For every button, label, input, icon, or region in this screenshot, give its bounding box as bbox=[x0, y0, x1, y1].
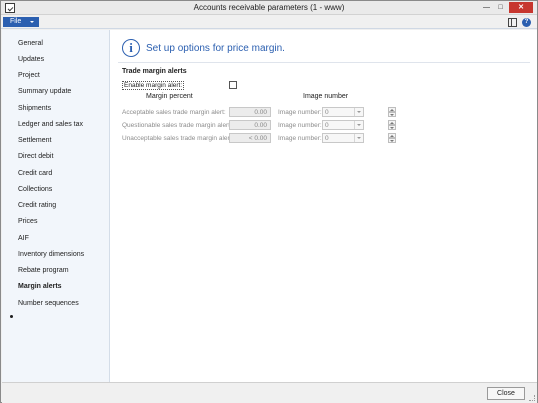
margin-percent-header: Margin percent bbox=[146, 93, 193, 100]
info-icon: i bbox=[122, 39, 140, 57]
page-heading: Set up options for price margin. bbox=[146, 43, 285, 54]
sidebar-item-number-sequences[interactable]: Number sequences bbox=[18, 300, 79, 307]
resize-grip-icon[interactable] bbox=[529, 395, 535, 401]
image-number-header: Image number bbox=[303, 93, 349, 100]
sidebar-item-direct-debit[interactable]: Direct debit bbox=[18, 153, 53, 160]
chevron-down-icon bbox=[354, 108, 363, 116]
acceptable-margin-field[interactable]: 0.00 bbox=[229, 107, 271, 117]
image-select-value: 0 bbox=[325, 135, 329, 142]
close-button[interactable]: Close bbox=[487, 387, 525, 400]
unacceptable-margin-field[interactable]: < 0.00 bbox=[229, 133, 271, 143]
sidebar-item-shipments[interactable]: Shipments bbox=[18, 105, 51, 112]
maximize-button[interactable]: □ bbox=[494, 2, 507, 13]
chevron-down-icon bbox=[354, 134, 363, 142]
chevron-down-icon bbox=[30, 21, 34, 23]
acceptable-alert-label: Acceptable sales trade margin alert: bbox=[122, 109, 226, 116]
image-select-value: 0 bbox=[325, 122, 329, 129]
sidebar: General Updates Project Summary update S… bbox=[2, 30, 110, 382]
menu-bar: File ? bbox=[1, 15, 537, 29]
sidebar-item-updates[interactable]: Updates bbox=[18, 56, 44, 63]
image-select-value: 0 bbox=[325, 109, 329, 116]
spin-down-icon[interactable] bbox=[388, 125, 396, 130]
unacceptable-alert-label: Unacceptable sales trade margin alert: bbox=[122, 135, 234, 142]
acceptable-image-select[interactable]: 0 bbox=[322, 107, 364, 117]
sidebar-item-settlement[interactable]: Settlement bbox=[18, 137, 51, 144]
unacceptable-image-select[interactable]: 0 bbox=[322, 133, 364, 143]
questionable-margin-field[interactable]: 0.00 bbox=[229, 120, 271, 130]
image-number-label: Image number: bbox=[278, 109, 322, 116]
sidebar-item-inventory-dimensions[interactable]: Inventory dimensions bbox=[18, 251, 84, 258]
title-bar: Accounts receivable parameters (1 - www)… bbox=[1, 1, 537, 15]
file-menu-label: File bbox=[10, 18, 22, 25]
image-number-label: Image number: bbox=[278, 122, 322, 129]
spin-down-icon[interactable] bbox=[388, 138, 396, 143]
group-title: Trade margin alerts bbox=[122, 68, 187, 75]
questionable-image-select[interactable]: 0 bbox=[322, 120, 364, 130]
sidebar-item-collections[interactable]: Collections bbox=[18, 186, 52, 193]
sidebar-item-aif[interactable]: AIF bbox=[18, 235, 29, 242]
active-bullet-icon bbox=[10, 315, 13, 318]
questionable-image-spinner[interactable] bbox=[388, 120, 396, 130]
divider bbox=[118, 62, 530, 63]
file-menu-button[interactable]: File bbox=[3, 17, 39, 27]
unacceptable-image-spinner[interactable] bbox=[388, 133, 396, 143]
layout-icon[interactable] bbox=[508, 18, 517, 27]
sidebar-item-prices[interactable]: Prices bbox=[18, 218, 37, 225]
help-icon[interactable]: ? bbox=[522, 18, 531, 27]
content-pane: i Set up options for price margin. Trade… bbox=[110, 30, 537, 382]
acceptable-image-spinner[interactable] bbox=[388, 107, 396, 117]
questionable-alert-label: Questionable sales trade margin alert: bbox=[122, 122, 232, 129]
chevron-down-icon bbox=[354, 121, 363, 129]
spin-down-icon[interactable] bbox=[388, 112, 396, 117]
enable-margin-alert-label: Enable margin alert: bbox=[122, 81, 185, 90]
footer-bar: Close bbox=[2, 382, 537, 403]
sidebar-item-summary-update[interactable]: Summary update bbox=[18, 88, 71, 95]
sidebar-item-margin-alerts[interactable]: Margin alerts bbox=[18, 283, 62, 290]
enable-margin-alert-checkbox[interactable] bbox=[229, 81, 237, 89]
sidebar-item-rebate-program[interactable]: Rebate program bbox=[18, 267, 69, 274]
close-window-button[interactable]: ✕ bbox=[509, 2, 533, 13]
sidebar-item-credit-rating[interactable]: Credit rating bbox=[18, 202, 56, 209]
sidebar-item-ledger-sales-tax[interactable]: Ledger and sales tax bbox=[18, 121, 83, 128]
sidebar-item-project[interactable]: Project bbox=[18, 72, 40, 79]
image-number-label: Image number: bbox=[278, 135, 322, 142]
app-window: Accounts receivable parameters (1 - www)… bbox=[0, 0, 538, 403]
sidebar-item-credit-card[interactable]: Credit card bbox=[18, 170, 52, 177]
minimize-button[interactable]: — bbox=[480, 2, 493, 13]
sidebar-item-general[interactable]: General bbox=[18, 40, 43, 47]
window-title: Accounts receivable parameters (1 - www) bbox=[193, 3, 345, 12]
